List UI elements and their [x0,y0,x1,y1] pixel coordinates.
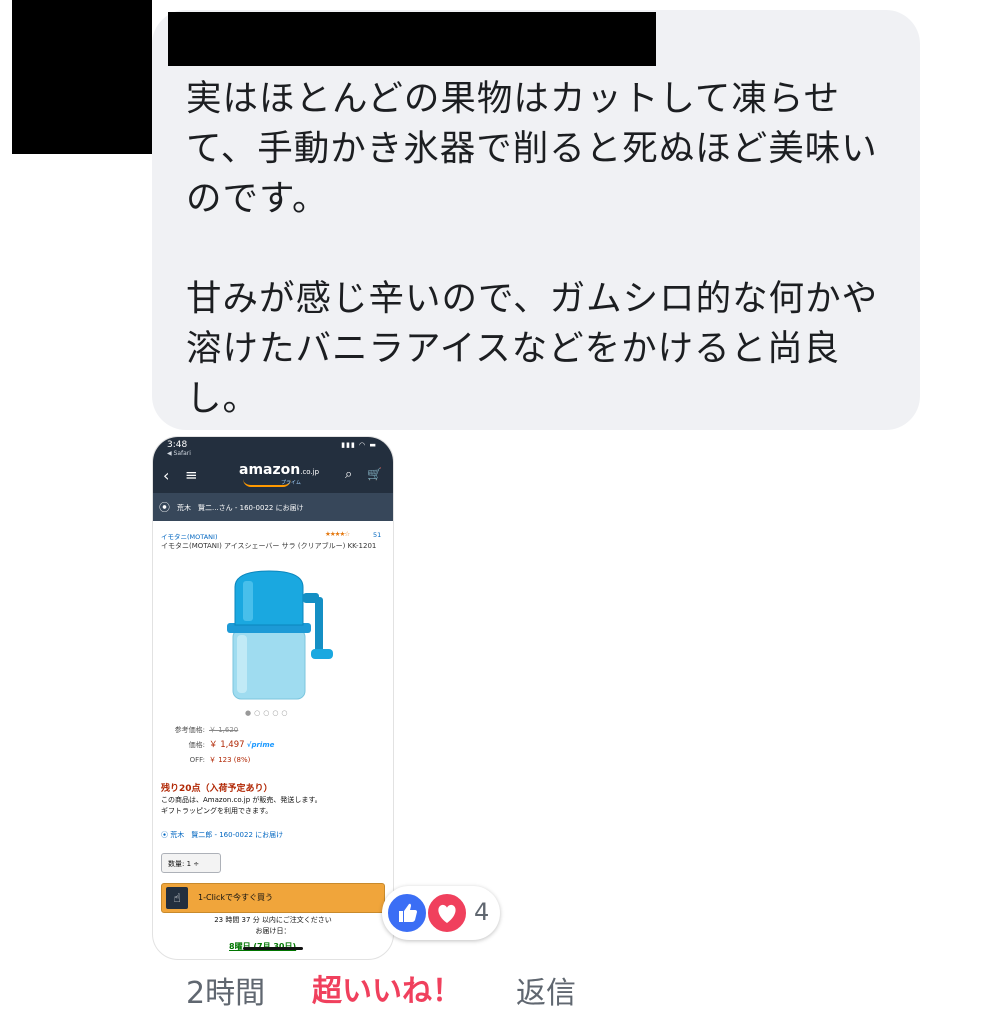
reaction-count: 4 [474,898,490,926]
reply-button[interactable]: 返信 [516,968,576,1012]
quantity-select: 数量: 1 ÷ [161,853,221,873]
comment-text: 実はほとんどの果物はカットして凍らせて、手動かき氷器で削ると死ぬほど美味いのです… [186,78,879,419]
order-deadline: 23 時間 37 分 以内にご注文ください お届け日： [214,916,332,935]
love-reaction-icon [426,892,468,934]
location-pin-icon: ⦿ [159,501,170,514]
author-name-redacted[interactable] [168,12,656,66]
home-indicator [243,947,303,950]
status-time: 3:48 [167,440,188,450]
back-to-app: ◀ Safari [167,450,191,457]
phone-status-bar: 3:48 ◀ Safari ▮▮▮ ◠ ▬ [153,437,393,459]
rating-stars: ★★★★☆ [325,530,350,538]
review-count: 51 [373,531,382,539]
product-brand: イモタニ(MOTANI) [161,533,218,541]
comment-timestamp[interactable]: 2時間 [186,968,265,1012]
attached-screenshot[interactable]: 3:48 ◀ Safari ▮▮▮ ◠ ▬ ‹ ≡ amazon.co.jp プ… [152,436,394,960]
product-title: イモタニ(MOTANI) アイスシェーバー サラ (クリアブルー) KK-120… [161,542,377,550]
prime-sublabel: プライム [281,480,301,486]
ice-shaver-product-image [227,570,333,700]
stock-status: 残り20点（入荷予定あり） [161,784,273,794]
reactions-summary[interactable]: 4 [382,886,500,940]
hamburger-menu-icon: ≡ [185,466,198,484]
address-bar: ⦿ 荒木 賢二...さん - 160-0022 にお届け [153,493,393,521]
cart-icon: 🛒 [367,467,382,481]
super-like-button[interactable]: 超いいね！ [312,966,462,1010]
seller-note: この商品は、Amazon.co.jp が販売、発送します。 ギフトラッピングを利… [161,796,322,815]
back-chevron-icon: ‹ [163,466,170,485]
avatar-redacted[interactable] [12,0,152,154]
amazon-logo: amazon.co.jp [239,462,319,487]
one-click-buy-button: ☝ 1-Clickで今すぐ買う [161,883,385,913]
image-carousel-dots[interactable]: ●○○○○ [245,709,291,717]
signal-wifi-battery-icon: ▮▮▮ ◠ ▬ [341,441,377,449]
amazon-nav-bar: ‹ ≡ amazon.co.jp プライム ⌕ 🛒 [153,459,393,493]
hand-cursor-icon: ☝ [166,887,188,909]
like-reaction-icon [386,892,428,934]
price-block: 参考価格: ￥ 1,620 価格: ￥ 1,497 √prime OFF: ￥ 123… [174,726,275,764]
delivery-address: ⦿ 荒木 賢二郎 - 160-0022 にお届け [161,831,284,839]
search-icon: ⌕ [345,467,353,482]
